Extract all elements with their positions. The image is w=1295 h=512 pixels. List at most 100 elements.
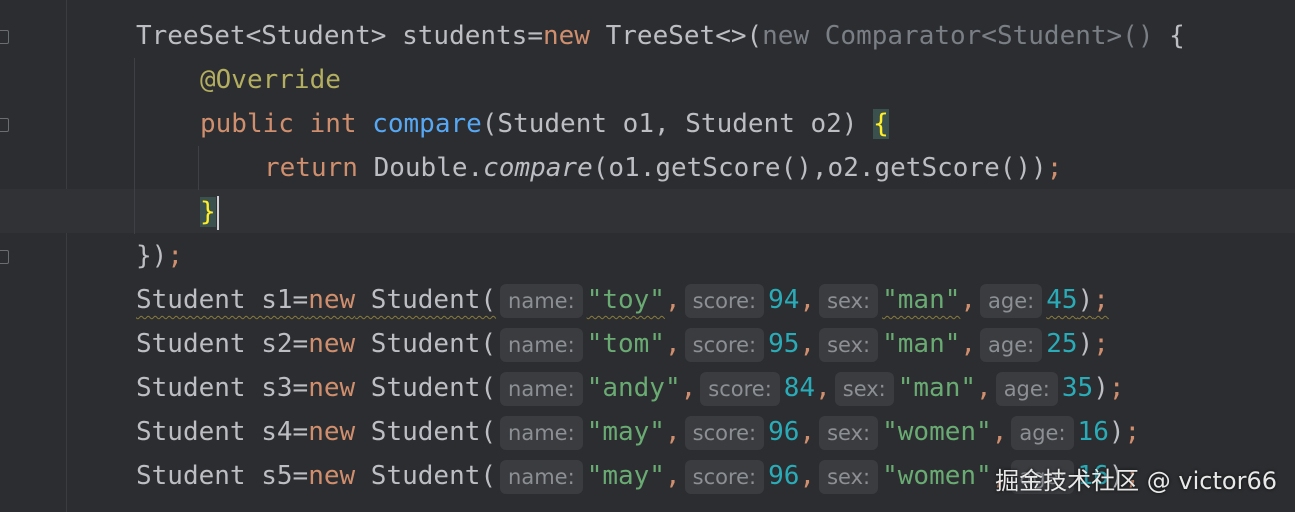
param-hint-score: score:	[684, 415, 765, 450]
code-token: )	[1108, 417, 1125, 447]
code-token: ,	[664, 285, 681, 315]
code-token: Student(	[355, 373, 497, 403]
code-token: Student s5=	[136, 461, 309, 491]
param-hint-score: score:	[684, 459, 765, 494]
code-token: "women"	[882, 417, 992, 447]
watermark: 掘金技术社区 @ victor66	[995, 467, 1277, 495]
code-token: 96	[768, 461, 800, 491]
code-line-4[interactable]: return Double.compare(o1.getScore(),o2.g…	[264, 146, 1062, 190]
code-token: "may"	[586, 417, 665, 447]
code-token: new	[308, 373, 356, 403]
code-token: 25	[1046, 329, 1078, 359]
code-token: "tom"	[586, 329, 665, 359]
code-token: ,	[991, 417, 1008, 447]
code-token: Student(	[355, 461, 497, 491]
param-hint-age: age:	[980, 327, 1043, 362]
matching-brace: }	[200, 197, 216, 227]
student-line-3[interactable]: Student s3=new Student(name: "andy", score…	[136, 366, 1125, 410]
code-token: "toy"	[586, 285, 665, 315]
matching-brace: {	[873, 109, 889, 139]
fold-marker-icon[interactable]	[0, 250, 9, 264]
code-token: ;	[1093, 285, 1109, 315]
code-token: new Comparator<Student>()	[762, 21, 1154, 51]
code-token: ;	[1108, 373, 1125, 403]
code-token: ,	[799, 461, 816, 491]
code-token: "man"	[882, 329, 961, 359]
code-token: Student s4=	[136, 417, 309, 447]
code-token: "andy"	[586, 373, 681, 403]
fold-marker-icon[interactable]	[0, 30, 9, 44]
param-hint-score: score:	[684, 327, 765, 362]
code-token: int	[309, 109, 357, 139]
code-token: ,	[664, 417, 681, 447]
code-token: ;	[1046, 153, 1063, 183]
param-hint-age: age:	[980, 283, 1043, 318]
code-token: ;	[167, 241, 183, 271]
code-token: )	[1077, 285, 1094, 315]
param-hint-name: name:	[500, 459, 583, 494]
student-line-4[interactable]: Student s4=new Student(name: "may", score:…	[136, 410, 1140, 454]
student-line-5[interactable]: Student s5=new Student(name: "may", score:…	[136, 454, 1140, 498]
code-token: TreeSet<>(	[589, 21, 763, 51]
code-token: 45	[1046, 285, 1078, 315]
code-token: new	[308, 461, 356, 491]
code-token: ;	[1124, 417, 1141, 447]
code-token: "man"	[882, 285, 961, 315]
code-token: TreeSet<Student> students=	[136, 21, 543, 51]
param-hint-age: age:	[995, 371, 1058, 406]
code-token: {	[1153, 21, 1185, 51]
code-token: new	[308, 329, 356, 359]
code-token: ,	[799, 417, 816, 447]
code-token: })	[136, 241, 168, 271]
param-hint-name: name:	[500, 415, 583, 450]
param-hint-age: age:	[1011, 415, 1074, 450]
code-token: public	[200, 109, 294, 139]
code-token: return	[264, 153, 358, 183]
param-hint-sex: sex:	[819, 415, 879, 450]
code-token: ,	[960, 285, 977, 315]
code-token: ,	[799, 329, 816, 359]
param-hint-sex: sex:	[819, 327, 879, 362]
code-token: "man"	[897, 373, 977, 403]
code-line-6[interactable]: });	[136, 234, 183, 278]
param-hint-name: name:	[500, 327, 583, 362]
code-line-2[interactable]: @Override	[200, 58, 341, 102]
code-token: compare	[372, 109, 482, 139]
code-token: )	[1093, 373, 1109, 403]
code-token: Student(	[355, 329, 497, 359]
code-token: 94	[768, 285, 800, 315]
code-editor[interactable]: TreeSet<Student> students=new TreeSet<>(…	[0, 0, 1295, 512]
code-token: ,	[664, 461, 681, 491]
code-token: 84	[783, 373, 816, 403]
text-caret	[216, 195, 219, 230]
code-token: ,	[960, 329, 977, 359]
code-token: 95	[768, 329, 800, 359]
indent-guide	[134, 58, 135, 234]
code-token: new	[543, 21, 590, 51]
code-token: "women"	[882, 461, 992, 491]
line-gutter	[0, 0, 67, 512]
param-hint-score: score:	[700, 371, 780, 406]
code-token: ,	[799, 285, 816, 315]
code-token: ;	[1093, 329, 1109, 359]
param-hint-score: score:	[684, 283, 765, 318]
fold-marker-icon[interactable]	[0, 118, 9, 132]
code-token: 35	[1061, 373, 1094, 403]
code-token: ,	[976, 373, 992, 403]
code-token: "may"	[586, 461, 665, 491]
code-token: new	[308, 285, 356, 315]
code-line-3[interactable]: public int compare(Student o1, Student o…	[200, 102, 889, 146]
code-token: new	[308, 417, 356, 447]
code-token: )	[1077, 329, 1094, 359]
student-line-1[interactable]: Student s1=new Student(name: "toy", score:…	[136, 278, 1109, 322]
student-line-2[interactable]: Student s2=new Student(name: "tom", score:…	[136, 322, 1109, 366]
code-token: Student s1=	[136, 285, 309, 315]
code-token: 16	[1077, 417, 1109, 447]
param-hint-sex: sex:	[819, 283, 879, 318]
code-token: Double.	[357, 153, 484, 183]
code-token: 96	[768, 417, 800, 447]
code-token: ,	[664, 329, 681, 359]
code-line-5[interactable]: }	[200, 190, 219, 234]
code-token: (o1.getScore(),o2.getScore())	[592, 153, 1047, 183]
code-line-1[interactable]: TreeSet<Student> students=new TreeSet<>(…	[136, 14, 1185, 58]
